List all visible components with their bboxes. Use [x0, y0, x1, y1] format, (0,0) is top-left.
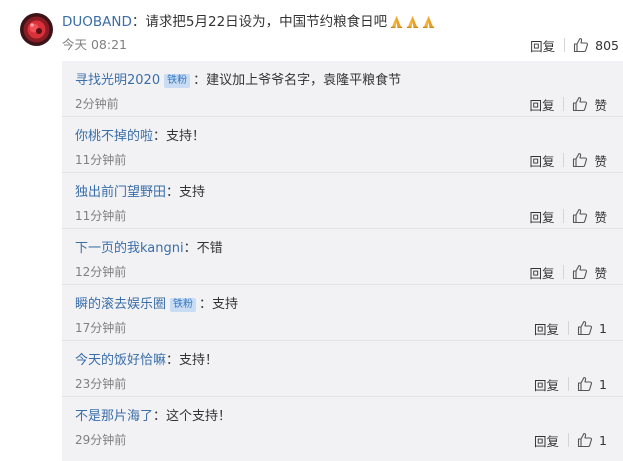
action-divider: [568, 433, 570, 447]
reply-button[interactable]: 回复: [529, 207, 554, 226]
reply-username[interactable]: 独出前门望野田: [75, 185, 166, 200]
action-divider: [563, 265, 565, 279]
fan-badge: 铁粉: [170, 298, 197, 312]
comment-time: 今天 08:21: [62, 37, 127, 52]
reply-actions: 回复 1: [534, 375, 607, 393]
reply-item: 独出前门望野田：支持 11分钟前 回复 赞: [62, 173, 623, 229]
reply-text: ：支持！: [166, 353, 219, 368]
like-button[interactable]: 805: [573, 37, 619, 53]
reply-item: 下一页的我kangni：不错 12分钟前 回复 赞: [62, 229, 623, 285]
thumbs-up-icon: [574, 37, 589, 53]
action-divider: [568, 321, 570, 335]
reply-button[interactable]: 回复: [534, 431, 559, 450]
reply-time: 17分钟前: [75, 321, 127, 335]
action-divider: [563, 209, 565, 223]
reply-button[interactable]: 回复: [534, 319, 559, 338]
like-label: 赞: [594, 265, 607, 281]
reply-username[interactable]: 下一页的我kangni: [75, 241, 184, 256]
like-button[interactable]: 1: [577, 320, 607, 336]
reply-time: 12分钟前: [75, 265, 127, 279]
reply-item: 你桃不掉的啦：支持！ 11分钟前 回复 赞: [62, 117, 623, 173]
comment-thread: DUOBAND：请求把5月22日设为，中国节约粮食日吧 今天 08:21 回复 …: [0, 0, 623, 461]
reply-actions: 回复 赞: [529, 207, 607, 225]
reply-text: ：建议加上爷爷名字，袁隆平粮食节: [193, 73, 402, 88]
reply-time: 2分钟前: [75, 97, 119, 111]
reply-username[interactable]: 不是那片海了: [75, 409, 153, 424]
user-avatar[interactable]: [20, 13, 53, 46]
reply-body: 你桃不掉的啦：支持！: [75, 128, 205, 146]
action-divider: [563, 97, 565, 111]
reply-body: 不是那片海了：这个支持！: [75, 408, 231, 426]
like-button[interactable]: 赞: [572, 207, 607, 226]
comment-username[interactable]: DUOBAND: [62, 14, 132, 30]
reply-actions: 回复 1: [534, 431, 607, 449]
comment-actions: 回复 805: [530, 36, 619, 54]
action-divider: [564, 38, 566, 52]
comment-body: DUOBAND：请求把5月22日设为，中国节约粮食日吧: [62, 12, 437, 35]
reply-body: 瞬的滚去娱乐圈 铁粉 ：支持: [75, 296, 238, 314]
reply-text: ：支持: [166, 185, 206, 200]
thumbs-up-icon: [577, 432, 593, 448]
emoji-group: [389, 14, 437, 35]
thumbs-up-icon: [577, 320, 593, 336]
thumbs-up-icon: [577, 376, 593, 392]
reply-username[interactable]: 瞬的滚去娱乐圈: [75, 297, 166, 312]
reply-actions: 回复 1: [534, 319, 607, 337]
reply-time: 11分钟前: [75, 209, 127, 223]
reply-time: 11分钟前: [75, 153, 127, 167]
reply-item: 瞬的滚去娱乐圈 铁粉 ：支持 17分钟前 回复 1: [62, 285, 623, 341]
reply-text: ：支持！: [153, 129, 206, 144]
reply-body: 下一页的我kangni：不错: [75, 240, 223, 258]
like-count: 1: [599, 432, 607, 448]
reply-item: 不是那片海了：这个支持！ 29分钟前 回复 1: [62, 397, 623, 453]
reply-actions: 回复 赞: [529, 95, 607, 113]
folded-hands-emoji: [391, 15, 403, 29]
reply-username[interactable]: 你桃不掉的啦: [75, 129, 153, 144]
reply-body: 今天的饭好恰嘛：支持！: [75, 352, 218, 370]
comment-text: ：请求把5月22日设为，中国节约粮食日吧: [131, 14, 388, 30]
fan-badge: 铁粉: [164, 74, 191, 88]
reply-button[interactable]: 回复: [530, 36, 555, 55]
reply-time: 29分钟前: [75, 433, 127, 447]
reply-list: 寻找光明2020 铁粉 ：建议加上爷爷名字，袁隆平粮食节 2分钟前 回复 赞 你桃不…: [62, 61, 623, 461]
reply-button[interactable]: 回复: [529, 151, 554, 170]
reply-body: 寻找光明2020 铁粉 ：建议加上爷爷名字，袁隆平粮食节: [75, 72, 401, 90]
like-button[interactable]: 赞: [572, 151, 607, 170]
thumbs-up-icon: [573, 96, 588, 112]
reply-item: 今天的饭好恰嘛：支持！ 23分钟前 回复 1: [62, 341, 623, 397]
like-label: 赞: [594, 97, 607, 113]
reply-body: 独出前门望野田：支持: [75, 184, 205, 202]
like-count: 1: [599, 376, 607, 392]
reply-username[interactable]: 寻找光明2020: [75, 73, 160, 88]
like-button[interactable]: 1: [577, 376, 607, 392]
reply-button[interactable]: 回复: [529, 263, 554, 282]
action-divider: [563, 153, 565, 167]
reply-text: ：不错: [183, 241, 223, 256]
like-count: 805: [595, 37, 619, 53]
like-count: 1: [599, 320, 607, 336]
reply-item: 寻找光明2020 铁粉 ：建议加上爷爷名字，袁隆平粮食节 2分钟前 回复 赞: [62, 61, 623, 117]
like-label: 赞: [594, 153, 607, 169]
reply-actions: 回复 赞: [529, 151, 607, 169]
reply-button[interactable]: 回复: [534, 375, 559, 394]
reply-button[interactable]: 回复: [529, 95, 554, 114]
reply-time: 23分钟前: [75, 377, 127, 391]
like-button[interactable]: 赞: [572, 263, 607, 282]
folded-hands-emoji: [407, 15, 419, 29]
action-divider: [568, 377, 570, 391]
like-label: 赞: [594, 209, 607, 225]
folded-hands-emoji: [423, 15, 435, 29]
reply-text: ：这个支持！: [153, 409, 232, 424]
reply-actions: 回复 赞: [529, 263, 607, 281]
reply-username[interactable]: 今天的饭好恰嘛: [75, 353, 166, 368]
thumbs-up-icon: [573, 208, 588, 224]
thumbs-up-icon: [573, 264, 588, 280]
like-button[interactable]: 赞: [572, 95, 607, 114]
thumbs-up-icon: [573, 152, 588, 168]
reply-text: ：支持: [199, 297, 239, 312]
like-button[interactable]: 1: [577, 432, 607, 448]
